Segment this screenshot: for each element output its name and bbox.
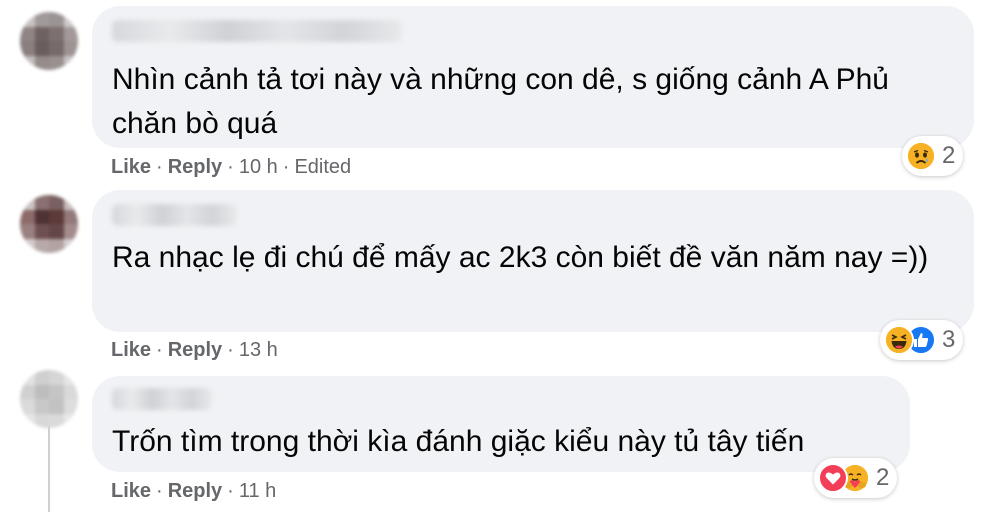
author-name-blurred[interactable] [112,20,402,42]
comment-bubble: Ra nhạc lẹ đi chú để mấy ac 2k3 còn biết… [92,190,974,360]
author-name-blurred[interactable] [112,204,237,226]
avatar-pixelated-image [20,195,78,253]
author-name-blurred[interactable] [112,388,212,410]
comment-text: Nhìn cảnh tả tơi này và những con dê, s … [112,63,889,140]
comment-actions: Like · Reply · 11 h [111,480,276,503]
reply-link[interactable]: Reply [168,339,222,361]
separator-dot: · [227,480,234,502]
edited-label[interactable]: Edited [294,156,351,178]
avatar-pixelated-image [20,12,78,70]
comment-text: Trốn tìm trong thời kìa đánh giặc kiểu n… [112,425,805,458]
sad-reaction-icon [906,141,936,171]
reaction-summary[interactable]: 3 [880,320,964,360]
timestamp[interactable]: 13 h [239,339,278,361]
reply-link[interactable]: Reply [168,480,222,502]
timestamp[interactable]: 11 h [239,480,276,502]
separator-dot: · [227,339,234,361]
like-link[interactable]: Like [111,339,151,361]
reaction-count: 2 [942,142,956,169]
timestamp[interactable]: 10 h [239,156,278,178]
avatar[interactable] [20,12,78,70]
separator-dot: · [156,339,163,361]
reply-link[interactable]: Reply [168,156,222,178]
avatar-pixelated-image [20,370,78,428]
reaction-summary[interactable]: 2 [814,458,898,498]
avatar[interactable] [20,195,78,253]
avatar[interactable] [20,370,78,428]
like-link[interactable]: Like [111,480,151,502]
reaction-summary[interactable]: 2 [902,136,964,176]
haha-reaction-icon [884,325,914,355]
separator-dot: · [156,156,163,178]
separator-dot: · [156,480,163,502]
separator-dot: · [227,156,234,178]
comment-bubble: Trốn tìm trong thời kìa đánh giặc kiểu n… [92,376,910,498]
love-reaction-icon [818,463,848,493]
reaction-count: 2 [876,464,890,491]
like-link[interactable]: Like [111,156,151,178]
separator-dot: · [282,156,290,178]
comment-actions: Like · Reply · 13 h [111,339,278,362]
comment-text: Ra nhạc lẹ đi chú để mấy ac 2k3 còn biết… [112,241,929,274]
comment-actions: Like · Reply · 10 h · Edited [111,156,351,179]
comment-bubble: Nhìn cảnh tả tơi này và những con dê, s … [92,6,974,176]
reaction-count: 3 [942,326,956,353]
